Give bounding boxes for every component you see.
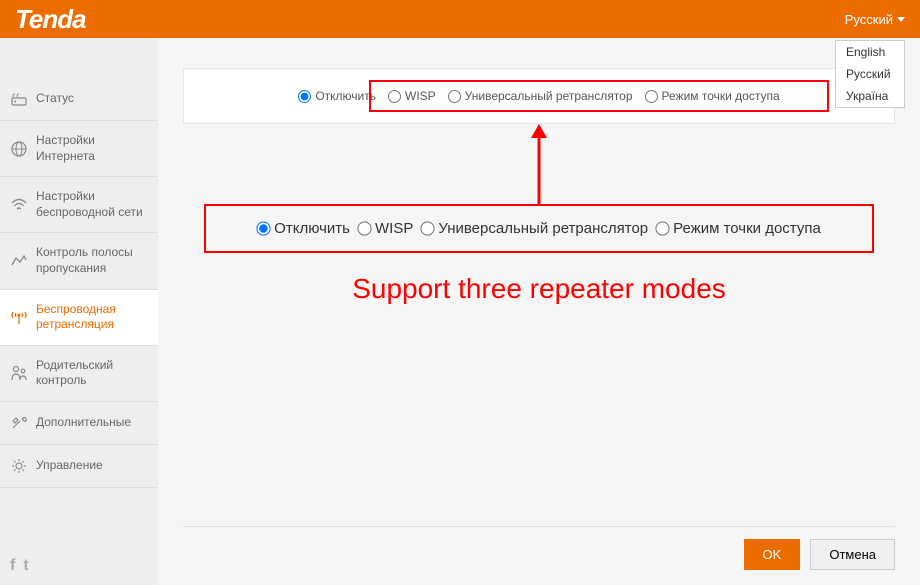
radio-label: WISP <box>375 220 413 237</box>
sidebar-item-repeater[interactable]: Беспроводная ретрансляция <box>0 290 158 346</box>
sidebar-item-label: Управление <box>36 458 103 474</box>
facebook-icon[interactable]: f <box>10 557 15 575</box>
sidebar-item-label: Беспроводная ретрансляция <box>36 302 148 333</box>
language-option[interactable]: English <box>836 41 904 63</box>
sidebar-item-label: Настройки беспроводной сети <box>36 189 148 220</box>
sidebar-item-internet[interactable]: Настройки Интернета <box>0 121 158 177</box>
language-current[interactable]: Русский <box>845 12 905 27</box>
footer: OK Отмена <box>183 526 895 585</box>
twitter-icon[interactable]: t <box>23 557 28 575</box>
tools-icon <box>10 414 28 432</box>
radio-label: Отключить <box>315 89 376 103</box>
sidebar-item-bandwidth[interactable]: Контроль полосы пропускания <box>0 233 158 289</box>
sidebar-item-label: Настройки Интернета <box>36 133 148 164</box>
ok-button[interactable]: OK <box>744 539 801 570</box>
radio-input <box>656 221 670 235</box>
logo: Tenda <box>15 4 86 35</box>
sidebar-footer: f t <box>0 547 158 585</box>
gear-icon <box>10 457 28 475</box>
radio-input <box>257 221 271 235</box>
globe-icon <box>10 140 28 158</box>
cancel-button[interactable]: Отмена <box>810 539 895 570</box>
header: Tenda Русский English Русский Україна <box>0 0 920 38</box>
arrow-icon <box>529 124 549 206</box>
zoom-option-wisp: WISP <box>358 220 413 237</box>
radio-input <box>357 221 371 235</box>
mode-option-disable[interactable]: Отключить <box>298 89 376 103</box>
zoom-radio-group: Отключить WISP Универсальный ретранслято… <box>226 220 852 237</box>
main: Отключить WISP Универсальный ретранслято… <box>158 38 920 585</box>
language-dropdown: English Русский Україна <box>835 40 905 108</box>
sidebar: Статус Настройки Интернета Настройки бес… <box>0 38 158 585</box>
annotation-highlight-small <box>369 80 829 112</box>
sidebar-item-label: Контроль полосы пропускания <box>36 245 148 276</box>
zoom-option-repeater: Универсальный ретранслятор <box>421 220 648 237</box>
status-icon <box>10 90 28 108</box>
annotation-caption: Support three repeater modes <box>183 273 895 305</box>
wifi-icon <box>10 196 28 214</box>
radio-label: Режим точки доступа <box>673 220 821 237</box>
sidebar-item-parental[interactable]: Родительский контроль <box>0 346 158 402</box>
sidebar-item-status[interactable]: Статус <box>0 78 158 121</box>
annotation-highlight-large: Отключить WISP Универсальный ретранслято… <box>204 204 874 253</box>
antenna-icon <box>10 308 28 326</box>
sidebar-item-label: Родительский контроль <box>36 358 148 389</box>
radio-label: Универсальный ретранслятор <box>438 220 648 237</box>
chevron-down-icon <box>897 17 905 22</box>
bandwidth-icon <box>10 252 28 270</box>
language-option[interactable]: Русский <box>836 63 904 85</box>
parental-icon <box>10 364 28 382</box>
zoom-option-disable: Отключить <box>257 220 350 237</box>
container: Статус Настройки Интернета Настройки бес… <box>0 38 920 585</box>
sidebar-item-management[interactable]: Управление <box>0 445 158 488</box>
sidebar-item-wireless[interactable]: Настройки беспроводной сети <box>0 177 158 233</box>
radio-input <box>421 221 435 235</box>
radio-label: Отключить <box>274 220 350 237</box>
annotation-zoom: Отключить WISP Универсальный ретранслято… <box>183 204 895 305</box>
language-current-label: Русский <box>845 12 893 27</box>
sidebar-item-advanced[interactable]: Дополнительные <box>0 402 158 445</box>
language-option[interactable]: Україна <box>836 85 904 107</box>
sidebar-item-label: Статус <box>36 91 74 107</box>
language-selector[interactable]: Русский English Русский Україна <box>845 12 905 27</box>
radio-input[interactable] <box>298 90 311 103</box>
zoom-option-ap: Режим точки доступа <box>656 220 821 237</box>
sidebar-spacer <box>0 38 158 78</box>
sidebar-item-label: Дополнительные <box>36 415 131 431</box>
